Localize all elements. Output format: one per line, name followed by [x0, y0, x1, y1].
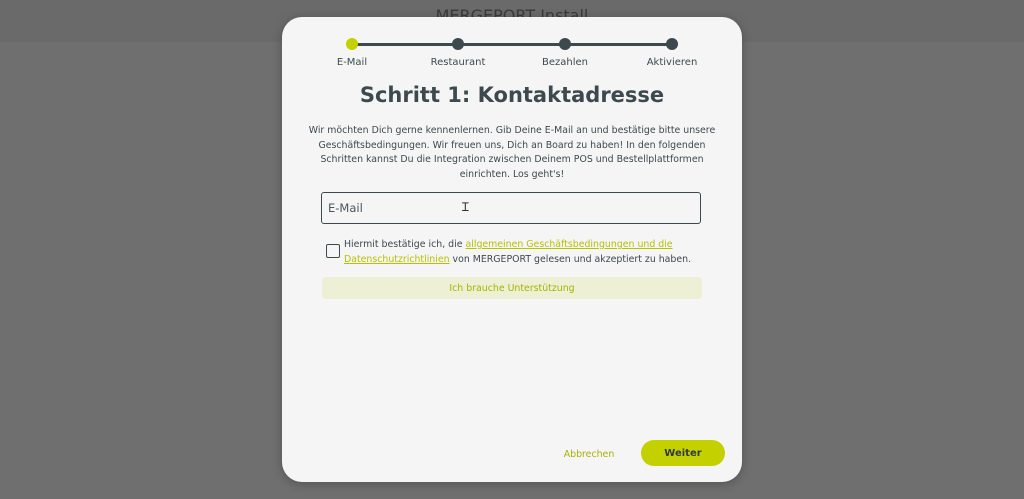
step-label-restaurant: Restaurant	[430, 57, 486, 68]
step-dot-restaurant	[452, 38, 464, 50]
cancel-button[interactable]: Abbrechen	[554, 444, 624, 464]
need-help-button[interactable]: Ich brauche Unterstützung	[322, 277, 702, 299]
step-dot-aktivieren	[666, 38, 678, 50]
email-field[interactable]	[321, 192, 701, 224]
progress-stepper: E-Mail Restaurant Bezahlen Aktivieren	[282, 37, 742, 77]
step-dot-bezahlen	[559, 38, 571, 50]
terms-consent-text: Hiermit bestätige ich, die allgemeinen G…	[344, 238, 704, 267]
stepper-connector	[352, 43, 458, 46]
next-button[interactable]: Weiter	[641, 440, 725, 466]
consent-suffix: von MERGEPORT gelesen und akzeptiert zu …	[449, 253, 692, 265]
stepper-connector	[458, 43, 565, 46]
terms-checkbox[interactable]	[326, 244, 340, 258]
onboarding-modal: E-Mail Restaurant Bezahlen Aktivieren Sc…	[282, 17, 742, 482]
step-dot-email	[346, 38, 358, 50]
page-title: Schritt 1: Kontaktadresse	[359, 83, 665, 107]
step-label-bezahlen: Bezahlen	[542, 57, 588, 68]
stepper-connector	[565, 43, 672, 46]
step-label-email: E-Mail	[336, 57, 368, 68]
text-cursor-icon: Ɪ	[462, 200, 469, 214]
consent-prefix: Hiermit bestätige ich, die	[344, 239, 466, 250]
intro-text: Wir möchten Dich gerne kennenlernen. Gib…	[308, 125, 716, 180]
step-label-aktivieren: Aktivieren	[646, 57, 698, 68]
